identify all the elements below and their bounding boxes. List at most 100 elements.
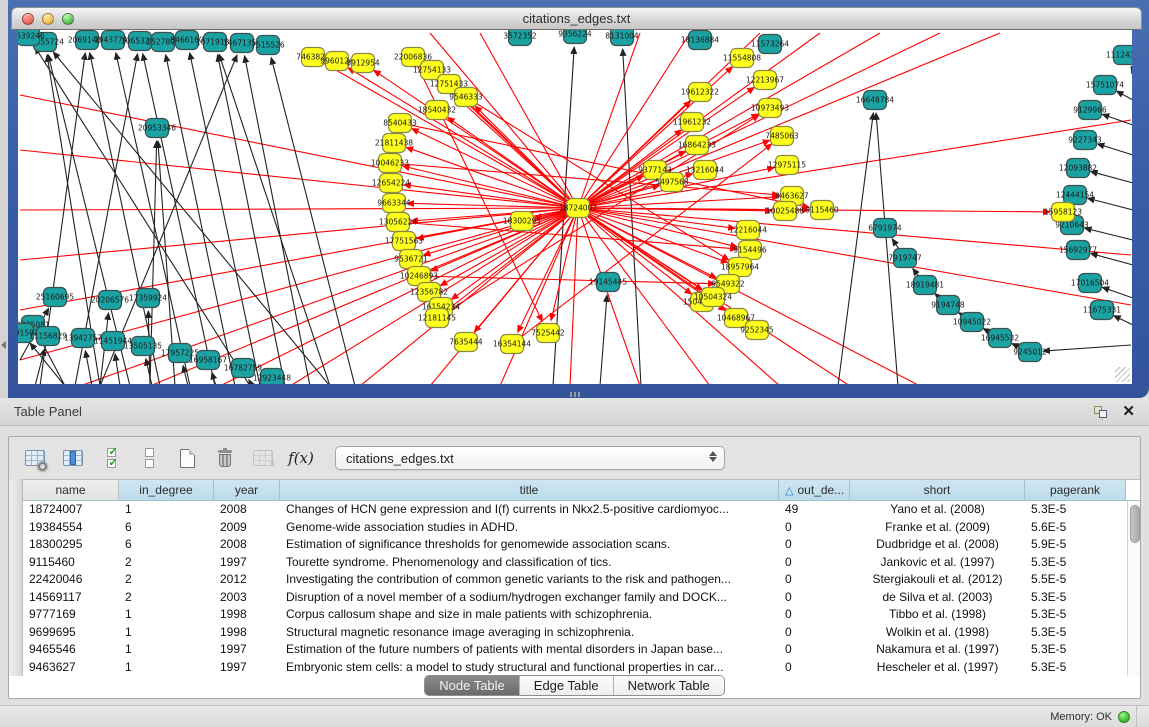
table-cell[interactable]: 0: [779, 554, 850, 572]
table-cell[interactable]: 0: [779, 624, 850, 642]
table-cell[interactable]: 0: [779, 606, 850, 624]
table-cell[interactable]: 5.3E-5: [1025, 554, 1126, 572]
table-row[interactable]: 969969511998Structural magnetic resonanc…: [23, 624, 1141, 642]
table-cell[interactable]: Corpus callosum shape and size in male p…: [280, 606, 779, 624]
table-cell[interactable]: Disruption of a novel member of a sodium…: [280, 589, 779, 607]
table-cell[interactable]: de Silva et al. (2003): [850, 589, 1025, 607]
table-cell[interactable]: 19384554: [23, 519, 119, 537]
column-header-out_de[interactable]: △out_de...: [779, 480, 850, 500]
table-cell[interactable]: Investigating the contribution of common…: [280, 571, 779, 589]
table-cell[interactable]: 1: [119, 624, 214, 642]
column-header-pagerank[interactable]: pagerank: [1025, 480, 1126, 500]
table-cell[interactable]: 1: [119, 641, 214, 659]
function-builder-button[interactable]: f(x): [285, 443, 317, 473]
table-cell[interactable]: Wolkin et al. (1998): [850, 624, 1025, 642]
delete-table-button[interactable]: ✕: [247, 443, 279, 473]
table-settings-button[interactable]: [19, 443, 51, 473]
new-table-button[interactable]: [171, 443, 203, 473]
table-cell[interactable]: 1: [119, 501, 214, 519]
table-cell[interactable]: 0: [779, 641, 850, 659]
table-cell[interactable]: Changes of HCN gene expression and I(f) …: [280, 501, 779, 519]
table-row[interactable]: 1456911722003Disruption of a novel membe…: [23, 589, 1141, 607]
table-cell[interactable]: 1: [119, 659, 214, 677]
table-cell[interactable]: 9465546: [23, 641, 119, 659]
table-cell[interactable]: Franke et al. (2009): [850, 519, 1025, 537]
vertical-scrollbar[interactable]: [1127, 501, 1141, 676]
table-cell[interactable]: 2: [119, 571, 214, 589]
table-cell[interactable]: 2: [119, 554, 214, 572]
table-cell[interactable]: 5.3E-5: [1025, 659, 1126, 677]
table-cell[interactable]: 9777169: [23, 606, 119, 624]
table-row[interactable]: 911546021997Tourette syndrome. Phenomeno…: [23, 554, 1141, 572]
table-cell[interactable]: 1998: [214, 606, 280, 624]
table-cell[interactable]: Hescheler et al. (1997): [850, 659, 1025, 677]
column-header-short[interactable]: short: [850, 480, 1025, 500]
table-cell[interactable]: 2012: [214, 571, 280, 589]
table-cell[interactable]: 2008: [214, 501, 280, 519]
column-header-name[interactable]: name: [23, 480, 119, 500]
table-cell[interactable]: 6: [119, 536, 214, 554]
table-cell[interactable]: 2008: [214, 536, 280, 554]
table-cell[interactable]: 2: [119, 589, 214, 607]
table-row[interactable]: 946554611997Estimation of the future num…: [23, 641, 1141, 659]
table-cell[interactable]: 1997: [214, 554, 280, 572]
table-row[interactable]: 2242004622012Investigating the contribut…: [23, 571, 1141, 589]
table-cell[interactable]: 1997: [214, 641, 280, 659]
table-cell[interactable]: Structural magnetic resonance image aver…: [280, 624, 779, 642]
table-cell[interactable]: 0: [779, 659, 850, 677]
select-all-button[interactable]: [95, 443, 127, 473]
table-cell[interactable]: 0: [779, 536, 850, 554]
table-cell[interactable]: Tibbo et al. (1998): [850, 606, 1025, 624]
table-cell[interactable]: 1: [119, 606, 214, 624]
table-cell[interactable]: 49: [779, 501, 850, 519]
table-cell[interactable]: 5.9E-5: [1025, 536, 1126, 554]
table-cell[interactable]: Tourette syndrome. Phenomenology and cla…: [280, 554, 779, 572]
table-cell[interactable]: 5.3E-5: [1025, 624, 1126, 642]
table-cell[interactable]: Estimation of the future numbers of pati…: [280, 641, 779, 659]
table-cell[interactable]: Embryonic stem cells: a model to study s…: [280, 659, 779, 677]
delete-rows-button[interactable]: [209, 443, 241, 473]
table-cell[interactable]: 18300295: [23, 536, 119, 554]
table-cell[interactable]: 5.3E-5: [1025, 501, 1126, 519]
panel-collapse-handle[interactable]: [1, 341, 6, 349]
table-cell[interactable]: Yano et al. (2008): [850, 501, 1025, 519]
table-row[interactable]: 946362711997Embryonic stem cells: a mode…: [23, 659, 1141, 677]
network-canvas[interactable]: 1435572420691406194377441065328715278028…: [18, 30, 1132, 384]
network-window-titlebar[interactable]: citations_edges.txt: [11, 7, 1142, 30]
tab-node-table[interactable]: Node Table: [425, 676, 519, 695]
table-cell[interactable]: 5.3E-5: [1025, 589, 1126, 607]
table-cell[interactable]: Jankovic et al. (1997): [850, 554, 1025, 572]
table-row[interactable]: 1830029562008Estimation of significance …: [23, 536, 1141, 554]
show-columns-button[interactable]: [57, 443, 89, 473]
table-cell[interactable]: 14569117: [23, 589, 119, 607]
table-cell[interactable]: Nakamura et al. (1997): [850, 641, 1025, 659]
close-panel-icon[interactable]: ✕: [1122, 404, 1135, 419]
table-cell[interactable]: Genome-wide association studies in ADHD.: [280, 519, 779, 537]
table-cell[interactable]: 1998: [214, 624, 280, 642]
table-cell[interactable]: 5.6E-5: [1025, 519, 1126, 537]
column-header-in_degree[interactable]: in_degree: [119, 480, 214, 500]
table-cell[interactable]: 9115460: [23, 554, 119, 572]
unselect-all-button[interactable]: [133, 443, 165, 473]
tab-edge-table[interactable]: Edge Table: [519, 676, 613, 695]
table-cell[interactable]: 6: [119, 519, 214, 537]
table-cell[interactable]: Estimation of significance thresholds fo…: [280, 536, 779, 554]
table-cell[interactable]: 9699695: [23, 624, 119, 642]
table-cell[interactable]: 0: [779, 571, 850, 589]
scrollbar-thumb[interactable]: [1130, 505, 1140, 543]
float-panel-icon[interactable]: [1094, 406, 1108, 418]
table-cell[interactable]: 0: [779, 519, 850, 537]
table-cell[interactable]: 1997: [214, 659, 280, 677]
table-cell[interactable]: 0: [779, 589, 850, 607]
table-cell[interactable]: Stergiakouli et al. (2012): [850, 571, 1025, 589]
table-select-dropdown[interactable]: citations_edges.txt: [335, 446, 725, 470]
canvas-resize-grip[interactable]: [1115, 367, 1130, 382]
table-cell[interactable]: 5.5E-5: [1025, 571, 1126, 589]
table-cell[interactable]: 18724007: [23, 501, 119, 519]
table-row[interactable]: 1872400712008Changes of HCN gene express…: [23, 501, 1141, 519]
panel-splitter[interactable]: [570, 392, 582, 397]
table-cell[interactable]: 22420046: [23, 571, 119, 589]
table-cell[interactable]: 5.3E-5: [1025, 606, 1126, 624]
table-row[interactable]: 977716911998Corpus callosum shape and si…: [23, 606, 1141, 624]
table-cell[interactable]: 5.3E-5: [1025, 641, 1126, 659]
